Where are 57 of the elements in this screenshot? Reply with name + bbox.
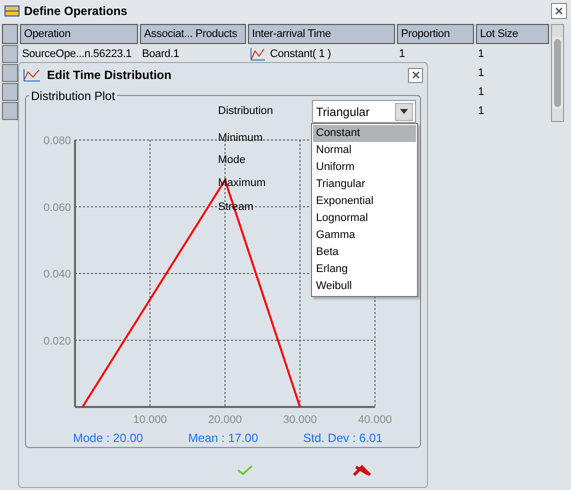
table-cell-text: 1 — [478, 104, 484, 119]
statistic-text: Mean : 17.00 — [188, 430, 258, 447]
field-label: Distribution — [218, 104, 274, 119]
check-icon — [237, 465, 253, 475]
dropdown-option[interactable]: Erlang — [313, 261, 416, 278]
chart-icon — [250, 47, 266, 61]
cancel-icon — [352, 464, 372, 476]
dropdown-option[interactable]: Triangular — [313, 176, 416, 193]
table-cell-text: 1 — [478, 46, 484, 62]
close-button[interactable] — [551, 3, 567, 19]
dropdown-option[interactable]: Beta — [313, 244, 416, 261]
dropdown-option[interactable]: Uniform — [313, 159, 416, 176]
dropdown-option[interactable]: Gamma — [313, 227, 416, 244]
field-label: Minimum — [218, 131, 263, 146]
dropdown-option[interactable]: Exponential — [313, 193, 416, 210]
column-header[interactable]: Lot Size — [476, 24, 549, 44]
y-tick-label: 0.060 — [43, 202, 71, 214]
field-label: Mode — [218, 153, 246, 168]
row-header — [2, 24, 18, 44]
column-header[interactable]: Proportion — [397, 24, 474, 44]
dropdown-option[interactable]: Constant — [313, 125, 416, 142]
close-button[interactable] — [408, 68, 423, 82]
column-header[interactable]: Operation — [20, 24, 138, 44]
x-tick-label: 40.000 — [358, 414, 392, 426]
x-tick-label: 30.000 — [283, 414, 317, 426]
close-icon — [412, 71, 420, 79]
row-header[interactable] — [2, 64, 18, 82]
statistic-text: Mode : 20.00 — [73, 430, 144, 447]
distribution-select[interactable]: Triangular — [312, 100, 416, 123]
x-tick-label: 20.000 — [208, 414, 242, 426]
table-cell-text: SourceOpe...n.56223.1 — [22, 46, 132, 62]
table-cell-text: Constant( 1 ) — [270, 46, 331, 62]
dropdown-option[interactable]: Lognormal — [313, 210, 416, 227]
table-cell-text: 1 — [478, 66, 484, 81]
y-tick-label: 0.080 — [43, 135, 71, 147]
close-icon — [555, 7, 563, 15]
dialog-title: Edit Time Distribution — [47, 67, 172, 84]
caret-icon — [400, 109, 408, 114]
table-cell-text: 1 — [478, 84, 484, 100]
dropdown-option[interactable]: Normal — [313, 142, 416, 159]
statistic-text: Std. Dev : 6.01 — [303, 430, 383, 447]
table-cell-text: Board.1 — [142, 46, 180, 62]
row-header[interactable] — [2, 83, 18, 101]
column-header[interactable]: Associat... Products — [140, 24, 246, 44]
window-title: Define Operations — [24, 3, 128, 20]
chart-icon — [23, 68, 41, 82]
y-tick-label: 0.040 — [43, 268, 71, 280]
y-tick-label: 0.020 — [43, 335, 71, 348]
table-cell-text: 1 — [399, 46, 405, 62]
cancel-button[interactable] — [351, 462, 373, 478]
row-header[interactable] — [2, 102, 18, 120]
x-tick-label: 10.000 — [133, 414, 167, 426]
row-header[interactable] — [2, 45, 18, 63]
scrollbar[interactable] — [551, 24, 564, 122]
table-grid-icon — [4, 4, 20, 18]
column-header[interactable]: Inter-arrival Time — [248, 24, 395, 44]
dropdown-option[interactable]: Weibull — [313, 278, 416, 295]
